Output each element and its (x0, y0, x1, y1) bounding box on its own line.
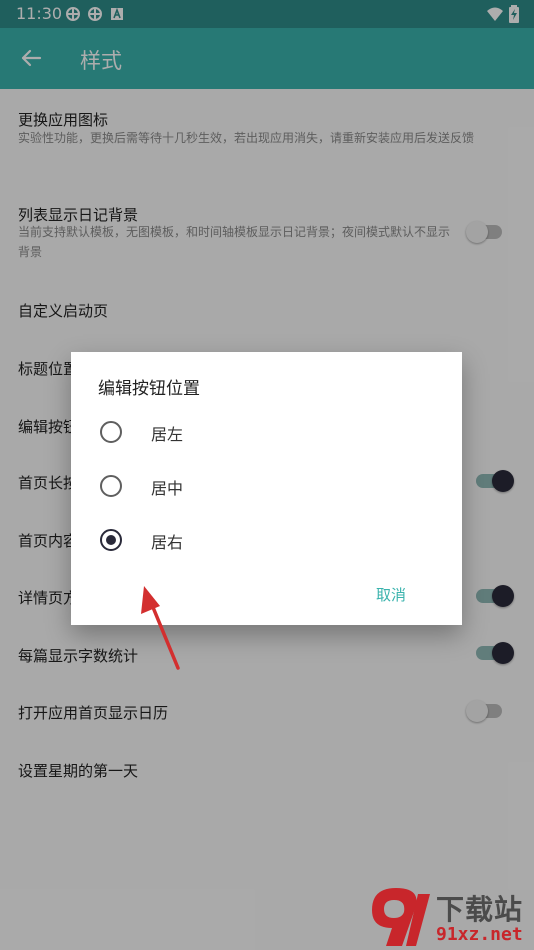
radio-button-selected[interactable] (100, 529, 122, 551)
radio-button[interactable] (100, 421, 122, 443)
cancel-button[interactable]: 取消 (376, 584, 406, 605)
dialog-title: 编辑按钮位置 (98, 379, 200, 399)
edit-button-position-dialog: 编辑按钮位置 居左 居中 居右 取消 (71, 352, 462, 625)
radio-option-left[interactable]: 居左 (71, 407, 462, 457)
radio-option-right[interactable]: 居右 (71, 515, 462, 565)
radio-option-center[interactable]: 居中 (71, 461, 462, 511)
watermark-title: 下载站 (436, 893, 524, 926)
radio-label: 居左 (151, 425, 184, 444)
radio-label: 居中 (151, 479, 184, 498)
radio-button[interactable] (100, 475, 122, 497)
radio-label: 居右 (151, 533, 184, 552)
watermark-url: 91xz.net (436, 924, 523, 945)
